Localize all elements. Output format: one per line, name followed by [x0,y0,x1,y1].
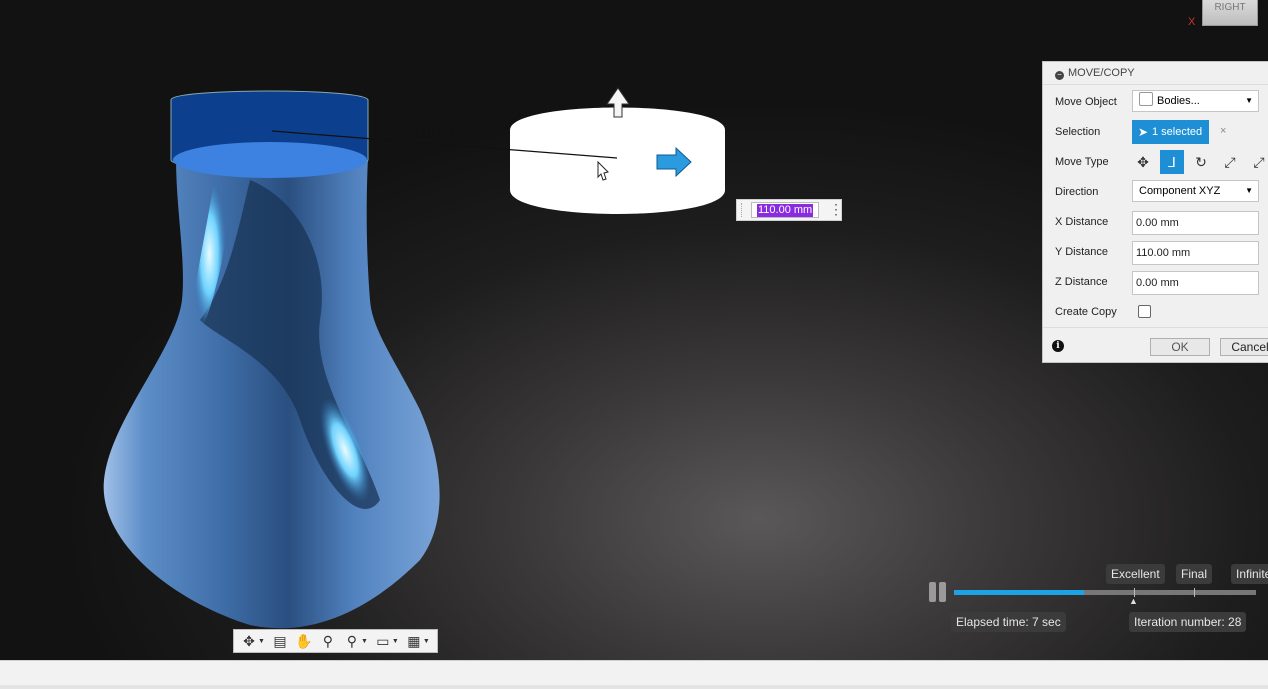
pan-hand-icon[interactable]: ✋ [293,631,315,651]
x-distance-label: X Distance [1055,216,1109,228]
direction-select[interactable]: Component XYZ ▼ [1132,180,1259,202]
view-cube[interactable]: RIGHT X [1188,0,1260,34]
x-distance-row: X Distance 0.00 mm [1043,207,1268,237]
z-distance-row: Z Distance 0.00 mm [1043,267,1268,297]
vase-cap-top [173,142,367,178]
move-type-label: Move Type [1055,156,1109,168]
distance-field[interactable]: 110.00 mm [751,202,819,218]
chevron-down-icon: ▼ [1245,96,1253,105]
dimension-label: 110.00 [414,125,453,140]
orbit-icon[interactable]: ✥ [238,631,260,651]
cancel-button[interactable]: Cancel [1220,338,1268,356]
point-to-position-icon[interactable]: ⤢ [1247,150,1268,174]
y-distance-field[interactable]: 110.00 mm [1132,241,1259,265]
direction-label: Direction [1055,186,1099,198]
elapsed-time: Elapsed time: 7 sec [951,612,1066,632]
dialog-footer: i OK Cancel [1043,327,1268,364]
render-progress-panel: Excellent Final Infinite ▲ Elapsed time:… [926,562,1268,636]
selection-row: Selection ➤ 1 selected × [1043,117,1268,147]
info-icon[interactable]: i [1052,340,1064,352]
zoom-icon[interactable]: ⚲ [317,631,339,651]
zoom-window-icon[interactable]: ⚲ [341,631,363,651]
more-options-icon[interactable]: ⋮ [829,201,843,217]
marker-infinite: Infinite [1231,564,1268,584]
selection-button[interactable]: ➤ 1 selected [1132,120,1209,144]
create-copy-row: Create Copy [1043,297,1268,327]
direction-row: Direction Component XYZ ▼ [1043,177,1268,207]
body-icon [1139,92,1153,106]
navigation-toolbar: ✥ ▼ ▤ ✋ ⚲ ⚲ ▼ ▭ ▼ ▦ ▼ [233,629,438,653]
selection-label: Selection [1055,126,1101,138]
move-type-row: Move Type ✥ ⅃ ↻ ⤢ ⤢ [1043,147,1268,177]
moved-body-preview [510,107,725,214]
quality-thumb-icon[interactable]: ▲ [1129,596,1138,606]
translate-xyz-icon[interactable]: ⅃ [1160,150,1184,174]
status-bar [0,660,1268,689]
x-axis-label: X [1188,16,1196,28]
move-object-row: Move Object Bodies... ▼ [1043,87,1268,117]
render-progress-bar: ▲ [954,588,1256,606]
marker-excellent: Excellent [1106,564,1165,584]
y-distance-label: Y Distance [1055,246,1108,258]
z-distance-field[interactable]: 0.00 mm [1132,271,1259,295]
display-settings-icon[interactable]: ▭ [372,631,394,651]
pause-icon[interactable] [929,582,947,602]
free-move-icon[interactable]: ✥ [1131,150,1155,174]
marker-final: Final [1176,564,1213,584]
chevron-down-icon: ▼ [1245,186,1253,195]
point-to-point-icon[interactable]: ⤢ [1218,150,1242,174]
render-progress-fill [954,590,1084,595]
chevron-down-icon[interactable]: ▼ [361,638,368,645]
create-copy-label: Create Copy [1055,306,1117,318]
ok-button[interactable]: OK [1150,338,1210,356]
y-distance-row: Y Distance 110.00 mm [1043,237,1268,267]
iteration-number: Iteration number: 28 [1129,612,1247,632]
collapse-icon[interactable]: − [1055,71,1064,80]
grid-icon[interactable]: ▦ [403,631,425,651]
move-copy-dialog: − MOVE/COPY Move Object Bodies... ▼ Selec… [1042,61,1268,363]
dialog-title[interactable]: − MOVE/COPY [1043,62,1268,85]
chevron-down-icon[interactable]: ▼ [423,638,430,645]
x-distance-field[interactable]: 0.00 mm [1132,211,1259,235]
drag-grip[interactable] [741,203,745,217]
rotate-icon[interactable]: ↻ [1189,150,1213,174]
distance-input-box[interactable]: 110.00 mm ⋮ [736,199,843,221]
create-copy-checkbox[interactable] [1138,305,1151,318]
pointer-icon: ➤ [1138,125,1149,139]
3d-viewport[interactable]: 110.00 110.00 mm ⋮ RIGHT X ✥ ▼ ▤ ✋ ⚲ ⚲ ▼ ▭ ▼ ▦ ▼ −… [0,0,1268,660]
clear-selection-icon[interactable]: × [1220,125,1226,137]
move-object-label: Move Object [1055,96,1117,108]
view-cube-face[interactable]: RIGHT [1202,0,1258,26]
z-distance-label: Z Distance [1055,276,1108,288]
look-at-icon[interactable]: ▤ [269,631,291,651]
chevron-down-icon[interactable]: ▼ [392,638,399,645]
move-object-select[interactable]: Bodies... ▼ [1132,90,1259,112]
tick-final [1194,588,1195,597]
chevron-down-icon[interactable]: ▼ [258,638,265,645]
